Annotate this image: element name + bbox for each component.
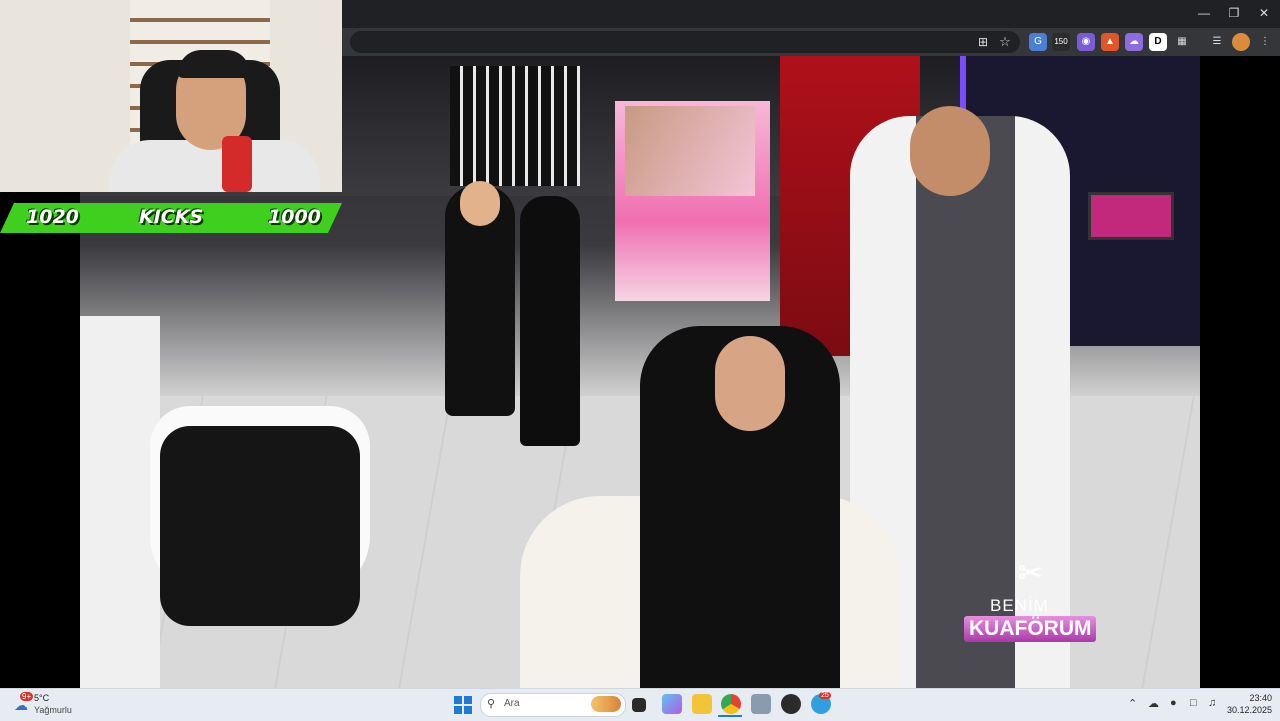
media-queue-icon[interactable]: ☰ [1208,33,1226,51]
start-square-icon [464,696,472,704]
start-button[interactable] [454,696,472,714]
webcam-overlay [0,0,342,192]
extension-counter-icon[interactable]: 150 [1052,33,1070,51]
snipping-tool-icon[interactable] [751,694,771,714]
translate-icon[interactable]: G [1029,33,1047,51]
taskbar-time[interactable]: 23:40 [1234,693,1272,703]
weather-temp[interactable]: 5°C [34,693,49,703]
seated-woman-face [715,336,785,431]
microphone-icon [222,136,252,192]
microphone-tray-icon[interactable]: ● [1170,697,1177,709]
counter-left [80,316,160,688]
file-explorer-icon[interactable] [692,694,712,714]
weather-desc[interactable]: Yağmurlu [34,705,72,715]
search-placeholder: Ara [504,698,520,709]
search-highlight-icon[interactable] [591,696,621,712]
extension-badge-count: 150 [1054,37,1068,46]
steam-icon[interactable] [781,694,801,714]
kicks-left-count: 1020 [26,206,79,228]
start-square-icon [454,696,462,704]
poster-woman [625,106,755,196]
show-hidden-icons[interactable]: ⌃ [1128,697,1137,710]
chrome-icon[interactable] [721,694,741,714]
active-app-indicator [718,715,742,717]
wall-monitor [1088,192,1174,240]
kicks-right-count: 1000 [268,206,321,228]
cloud-extension-icon[interactable]: ☁ [1125,33,1143,51]
profile-avatar[interactable] [1232,33,1250,51]
start-square-icon [464,706,472,714]
address-bar[interactable] [350,31,1020,53]
taskbar-date[interactable]: 30.12.2025 [1226,705,1272,715]
woman-face [460,181,500,226]
start-square-icon [454,706,462,714]
streamer-hair [178,50,250,78]
scissors-logo-icon: ✂ [1018,557,1044,590]
task-view-icon[interactable] [632,698,646,712]
volume-icon[interactable]: ♫ [1208,697,1216,709]
extensions-puzzle-icon[interactable]: ▦ [1173,33,1191,51]
telegram-badge: 25 [819,692,831,699]
bookmark-star-icon[interactable]: ☆ [996,33,1014,51]
browser-menu-icon[interactable]: ⋮ [1256,33,1274,51]
display-icon[interactable]: □ [1190,697,1197,709]
fox-extension-icon[interactable]: ▲ [1101,33,1119,51]
stylist-face [910,106,990,196]
restore-button[interactable]: ❐ [1222,6,1246,20]
show-logo-line1: BENİM [990,596,1049,615]
network-icon[interactable]: ☁ [1148,697,1159,710]
striped-wall-panel [450,66,580,186]
kicks-label: KICKS [139,206,204,228]
d-extension-icon[interactable]: D [1149,33,1167,51]
close-button[interactable]: ✕ [1252,6,1276,20]
minimize-button[interactable]: — [1192,6,1216,20]
show-logo-line2: KUAFÖRUM [964,616,1097,642]
weather-badge: 9+ [20,692,34,701]
search-icon: ⚲ [487,698,496,710]
wash-chair [160,426,360,626]
copilot-icon[interactable] [662,694,682,714]
shield-extension-icon[interactable]: ◉ [1077,33,1095,51]
install-icon[interactable]: ⊞ [974,33,992,51]
man-in-background [520,196,580,446]
